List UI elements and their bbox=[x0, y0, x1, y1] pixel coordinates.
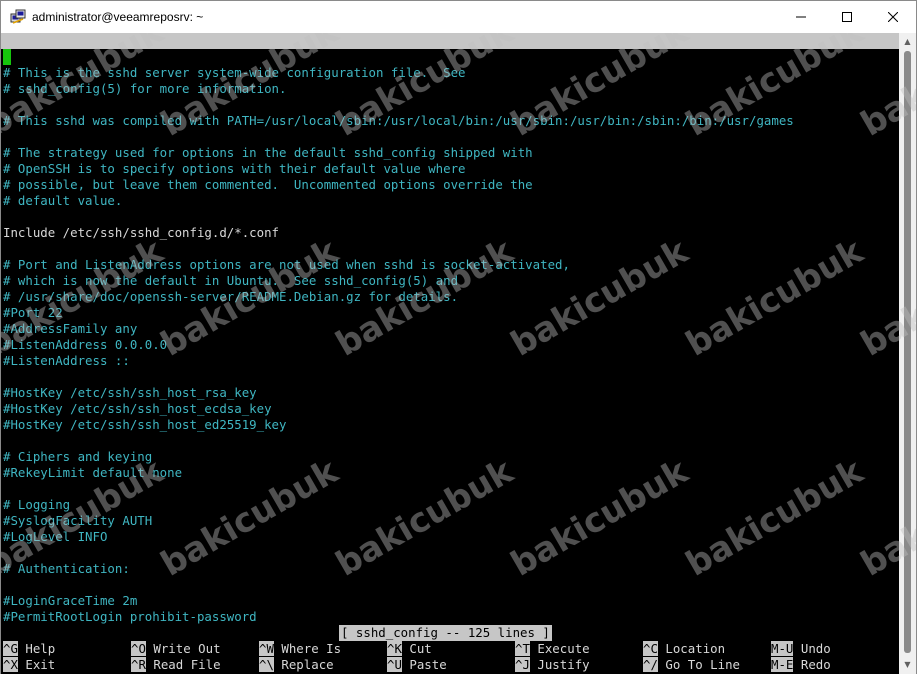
editor-line: #ListenAddress 0.0.0.0 bbox=[3, 337, 168, 352]
editor-line: # Authentication: bbox=[3, 561, 130, 576]
editor-line: # default value. bbox=[3, 193, 123, 208]
shortcut-item[interactable]: ^/ Go To Line bbox=[643, 657, 740, 673]
shortcut-item[interactable]: ^C Location bbox=[643, 641, 725, 657]
editor-line: # Ciphers and keying bbox=[3, 449, 153, 464]
shortcut-label: Cut bbox=[409, 641, 432, 656]
editor-line: # OpenSSH is to specify options with the… bbox=[3, 161, 466, 176]
editor-line: #RekeyLimit default none bbox=[3, 465, 183, 480]
shortcut-label: Where Is bbox=[281, 641, 342, 656]
shortcut-label: Read File bbox=[153, 657, 221, 672]
scroll-up-icon[interactable]: ▲ bbox=[899, 35, 916, 49]
editor-line: #LogLevel INFO bbox=[3, 529, 108, 544]
shortcut-item[interactable]: ^K Cut bbox=[387, 641, 432, 657]
shortcut-key: ^/ bbox=[643, 657, 658, 672]
editor-line: #HostKey /etc/ssh/ssh_host_rsa_key bbox=[3, 385, 257, 400]
nano-header-bar: /etc/ssh/sshd_config [1/1] bbox=[1, 33, 899, 80]
shortcut-label: Justify bbox=[537, 657, 590, 672]
shortcut-label: Location bbox=[665, 641, 726, 656]
terminal-area[interactable]: /etc/ssh/sshd_config [1/1] # This is the… bbox=[1, 33, 916, 674]
editor-line: #SyslogFacility AUTH bbox=[3, 513, 153, 528]
scroll-down-icon[interactable]: ▼ bbox=[899, 658, 916, 672]
shortcut-key: ^U bbox=[387, 657, 402, 672]
terminal-window: administrator@veeamreposrv: ~ /etc/ssh/s… bbox=[0, 0, 917, 674]
editor-line: # This sshd was compiled with PATH=/usr/… bbox=[3, 113, 794, 128]
scroll-thumb[interactable] bbox=[904, 51, 911, 653]
shortcut-key: ^K bbox=[387, 641, 402, 656]
shortcut-item[interactable]: ^O Write Out bbox=[131, 641, 221, 657]
editor-line: #Port 22 bbox=[3, 305, 63, 320]
shortcut-item[interactable]: ^U Paste bbox=[387, 657, 447, 673]
editor-line: #ListenAddress :: bbox=[3, 353, 130, 368]
editor-line: # Logging bbox=[3, 497, 71, 512]
editor-line: #PermitRootLogin prohibit-password bbox=[3, 609, 257, 624]
window-controls bbox=[778, 1, 916, 33]
shortcut-label: Undo bbox=[800, 641, 831, 656]
editor-line: # possible, but leave them commented. Un… bbox=[3, 177, 533, 192]
shortcut-item[interactable]: ^\ Replace bbox=[259, 657, 334, 673]
watermark-text: bakicubuk bbox=[329, 451, 520, 585]
shortcut-key: M-E bbox=[771, 657, 794, 672]
editor-line: #HostKey /etc/ssh/ssh_host_ed25519_key bbox=[3, 417, 287, 432]
editor-line: # Port and ListenAddress options are not… bbox=[3, 257, 570, 272]
watermark-text: bakicubuk bbox=[154, 451, 345, 585]
status-message: [ sshd_config -- 125 lines ] bbox=[339, 625, 552, 641]
shortcut-key: ^O bbox=[131, 641, 146, 656]
shortcut-label: Execute bbox=[537, 641, 590, 656]
shortcut-item[interactable]: ^T Execute bbox=[515, 641, 590, 657]
shortcut-key: ^R bbox=[131, 657, 146, 672]
shortcut-label: Help bbox=[25, 641, 56, 656]
editor-line: # sshd_config(5) for more information. bbox=[3, 81, 287, 96]
shortcut-key: ^T bbox=[515, 641, 530, 656]
shortcut-label: Replace bbox=[281, 657, 334, 672]
minimize-button[interactable] bbox=[778, 1, 824, 33]
shortcut-item[interactable]: M-U Undo bbox=[771, 641, 831, 657]
close-icon bbox=[888, 12, 898, 22]
shortcut-label: Redo bbox=[800, 657, 831, 672]
window-title: administrator@veeamreposrv: ~ bbox=[32, 10, 204, 24]
shortcut-key: ^C bbox=[643, 641, 658, 656]
shortcut-key: ^\ bbox=[259, 657, 274, 672]
close-button[interactable] bbox=[870, 1, 916, 33]
shortcut-bar: ^G Help ^O Write Out ^W Where Is ^K Cut ^T E… bbox=[3, 641, 899, 673]
shortcut-label: Paste bbox=[409, 657, 447, 672]
shortcut-key: ^X bbox=[3, 657, 18, 672]
watermark-text: bakicubuk bbox=[679, 231, 870, 365]
editor-line: #HostKey /etc/ssh/ssh_host_ecdsa_key bbox=[3, 401, 272, 416]
shortcut-item[interactable]: ^J Justify bbox=[515, 657, 590, 673]
maximize-button[interactable] bbox=[824, 1, 870, 33]
shortcut-key: ^W bbox=[259, 641, 274, 656]
editor-line: # which is now the default in Ubuntu. Se… bbox=[3, 273, 459, 288]
shortcut-label: Write Out bbox=[153, 641, 221, 656]
shortcut-item[interactable]: ^W Where Is bbox=[259, 641, 341, 657]
shortcut-item[interactable]: ^X Exit bbox=[3, 657, 55, 673]
shortcut-item[interactable]: ^G Help bbox=[3, 641, 55, 657]
shortcut-item[interactable]: M-E Redo bbox=[771, 657, 831, 673]
maximize-icon bbox=[842, 12, 852, 22]
shortcut-key: ^J bbox=[515, 657, 530, 672]
editor-line: # /usr/share/doc/openssh-server/README.D… bbox=[3, 289, 459, 304]
putty-icon bbox=[10, 9, 26, 24]
title-bar[interactable]: administrator@veeamreposrv: ~ bbox=[1, 1, 916, 33]
editor-filename: /etc/ssh/sshd_config bbox=[375, 49, 525, 64]
minimize-icon bbox=[796, 16, 806, 18]
shortcut-label: Go To Line bbox=[665, 657, 740, 672]
editor-line: #AddressFamily any bbox=[3, 321, 138, 336]
watermark-text: bakicubuk bbox=[504, 451, 695, 585]
vertical-scrollbar[interactable]: ▲ ▼ bbox=[899, 33, 916, 674]
editor-line: #LoginGraceTime 2m bbox=[3, 593, 138, 608]
shortcut-key: ^G bbox=[3, 641, 18, 656]
editor-line: Include /etc/ssh/sshd_config.d/*.conf bbox=[3, 225, 280, 240]
shortcut-item[interactable]: ^R Read File bbox=[131, 657, 221, 673]
watermark-text: bakicubuk bbox=[504, 231, 695, 365]
editor-line: # This is the sshd server system-wide co… bbox=[3, 65, 466, 80]
shortcut-label: Exit bbox=[25, 657, 56, 672]
editor-line: # The strategy used for options in the d… bbox=[3, 145, 533, 160]
watermark-text: bakicubuk bbox=[679, 451, 870, 585]
shortcut-key: M-U bbox=[771, 641, 794, 656]
text-cursor bbox=[3, 49, 11, 65]
